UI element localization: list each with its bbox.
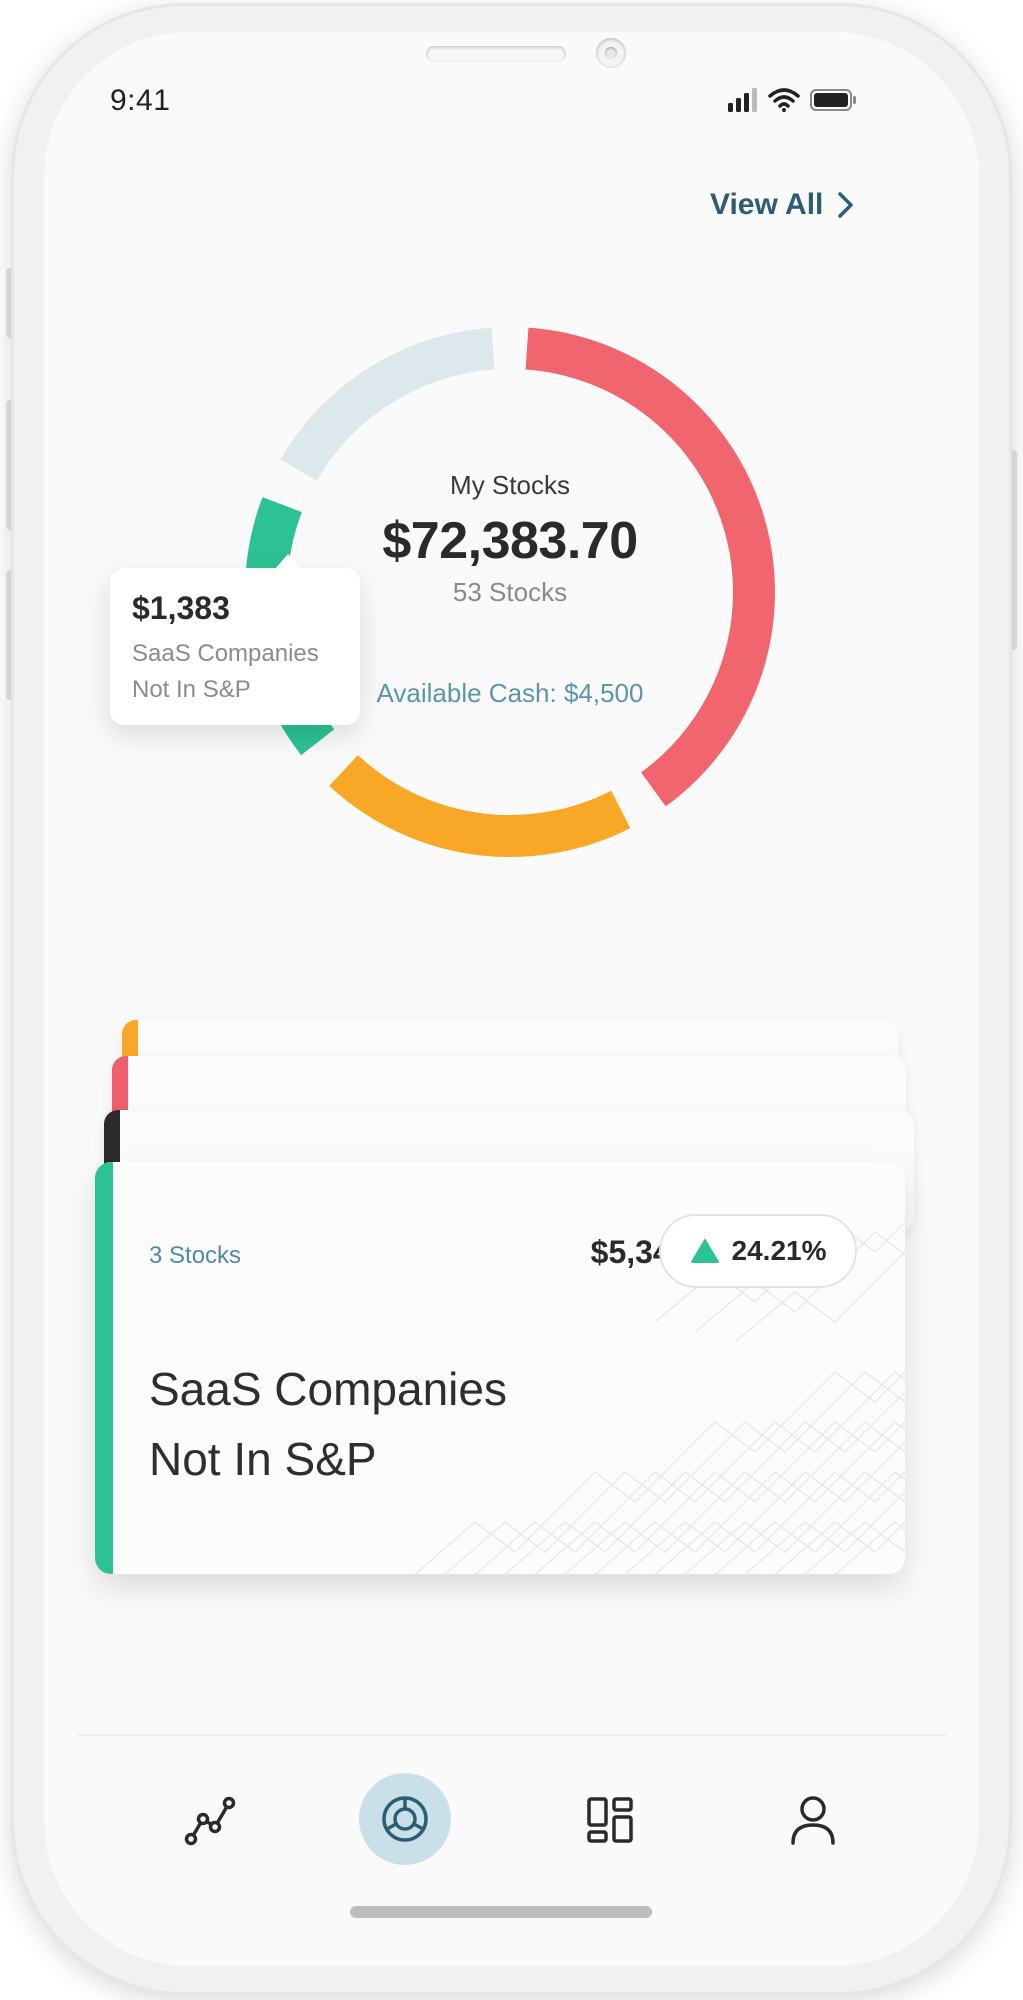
card-title: SaaS Companies Not In S&P xyxy=(149,1354,507,1494)
donut-chart-icon xyxy=(382,1796,428,1842)
user-profile-icon xyxy=(791,1796,835,1845)
card-title-line2: Not In S&P xyxy=(149,1433,377,1485)
tab-bar-divider xyxy=(78,1734,946,1736)
portfolio-donut-chart xyxy=(245,327,775,858)
card-change-value: 24.21% xyxy=(731,1235,827,1266)
portfolio-group-card[interactable]: 3 Stocks $5,345.20 24.21% SaaS Companies… xyxy=(95,1162,905,1574)
available-cash: Available Cash: $4,500 xyxy=(376,678,644,708)
tab-profile[interactable] xyxy=(773,1780,853,1860)
card-accent-bar xyxy=(95,1162,113,1574)
donut-segment-orange[interactable] xyxy=(329,754,631,858)
tab-dashboard[interactable] xyxy=(570,1780,650,1860)
card-title-line1: SaaS Companies xyxy=(149,1363,507,1415)
tab-portfolio[interactable] xyxy=(365,1779,445,1859)
tooltip-value: $1,383 xyxy=(132,590,230,626)
trend-line-icon xyxy=(184,1796,236,1846)
portfolio-total-value: $72,383.70 xyxy=(382,512,638,570)
phone-frame: 9:41 View All My Stocks $72,383.70 53 St… xyxy=(14,6,1009,1992)
triangle-up-icon xyxy=(690,1239,719,1263)
donut-segment-light[interactable] xyxy=(280,327,495,481)
screen: 9:41 View All My Stocks $72,383.70 53 St… xyxy=(44,32,979,1966)
dashboard-grid-icon xyxy=(587,1797,633,1843)
portfolio-label: My Stocks xyxy=(450,470,570,500)
segment-tooltip: $1,383 SaaS Companies Not In S&P xyxy=(110,554,360,725)
tab-trends[interactable] xyxy=(170,1780,250,1860)
home-indicator xyxy=(350,1906,652,1918)
portfolio-stock-count: 53 Stocks xyxy=(452,577,568,607)
tooltip-label-line2: Not In S&P xyxy=(132,676,251,703)
card-stock-count: 3 Stocks xyxy=(149,1242,242,1269)
card-change-badge: 24.21% xyxy=(659,1214,857,1288)
tooltip-label-line1: SaaS Companies xyxy=(132,640,319,667)
portfolio-summary: My Stocks $72,383.70 53 Stocks xyxy=(340,470,680,608)
